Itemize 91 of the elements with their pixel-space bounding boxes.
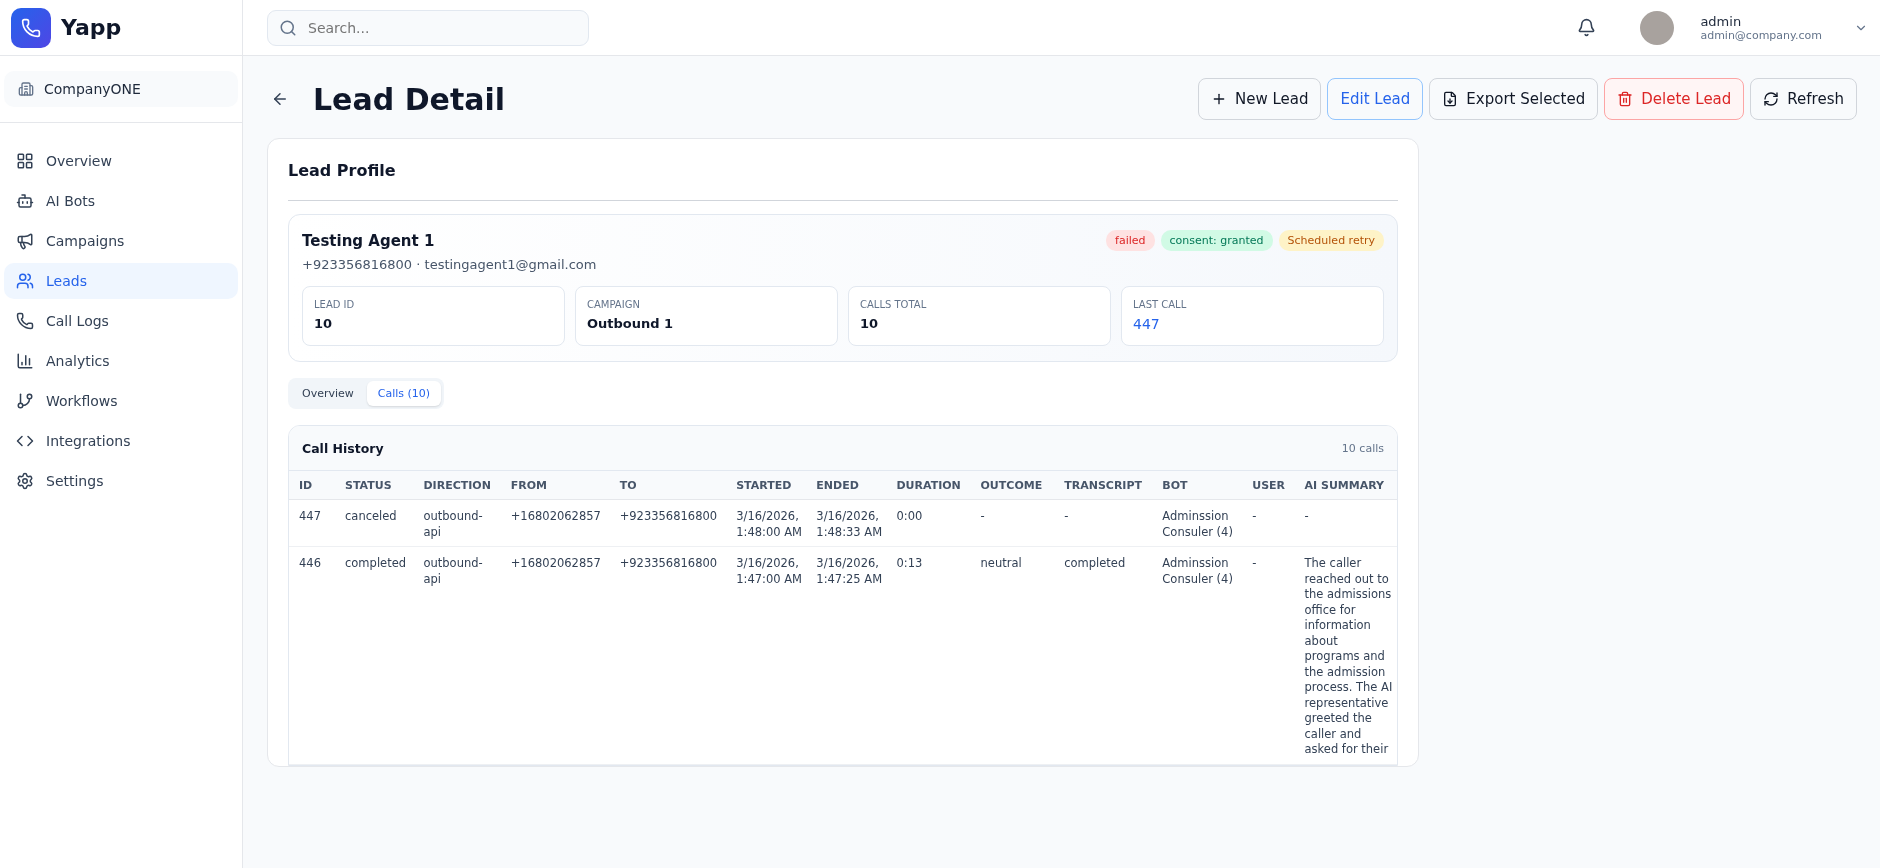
lead-name: Testing Agent 1 (302, 231, 436, 250)
call-count: 10 calls (1341, 441, 1384, 455)
status-tag: Scheduled retry (1278, 230, 1384, 251)
column-header: STARTED (726, 471, 807, 500)
panel-title: Call History (302, 440, 384, 456)
page-title: Lead Detail (313, 81, 506, 117)
table-cell: 447 (289, 499, 335, 547)
column-header: FROM (500, 471, 610, 500)
column-header: DURATION (886, 471, 971, 500)
table-cell: 3/16/2026, 1:48:33 AM (806, 499, 887, 547)
table-cell: neutral (970, 546, 1055, 764)
column-header: ID (289, 471, 335, 500)
table-cell: - (1242, 546, 1295, 764)
stat-label: LEAD ID (314, 299, 356, 310)
sidebar-item[interactable]: Settings (4, 463, 238, 499)
sidebar-item[interactable]: Overview (4, 143, 238, 179)
stat-value: 10 (860, 316, 880, 331)
grid-icon (16, 152, 34, 170)
search-field[interactable]: Search... (267, 9, 589, 46)
table-cell: 3/16/2026, 1:47:25 AM (806, 546, 887, 764)
sidebar-item[interactable]: Workflows (4, 383, 238, 419)
user-name: admin (1700, 13, 1743, 29)
stat-link[interactable]: 447 (1133, 316, 1372, 332)
column-header: OUTCOME (970, 471, 1055, 500)
table-cell: The caller reached out to the admissions office for information about programs and the admission process. The AI representative greeted the caller and asked for their (1294, 546, 1397, 764)
column-header: DIRECTION (413, 471, 501, 500)
table-cell: +923356816800 (609, 499, 727, 547)
megaphone-icon (16, 232, 34, 250)
column-header: USER (1242, 471, 1295, 500)
trash-icon (1617, 91, 1634, 107)
sidebar-item[interactable]: Campaigns (4, 223, 238, 259)
column-header: STATUS (335, 471, 414, 500)
tab[interactable]: Overview (291, 381, 365, 406)
table-cell: canceled (335, 499, 414, 547)
table-cell: - (1242, 499, 1295, 547)
table-cell: - (970, 499, 1055, 547)
bar-chart-icon (16, 352, 34, 370)
settings-icon (16, 472, 34, 490)
column-header: AI SUMMARY (1294, 471, 1397, 500)
sidebar-item[interactable]: AI Bots (4, 183, 238, 219)
tab[interactable]: Calls (10) (366, 381, 442, 406)
stat-label: LAST CALL (1133, 299, 1188, 310)
table-cell: 3/16/2026, 1:48:00 AM (726, 499, 807, 547)
stat-value: 10 (314, 316, 334, 331)
column-header: BOT (1152, 471, 1243, 500)
sidebar-item[interactable]: Leads (4, 263, 238, 299)
table-cell: completed (335, 546, 414, 764)
phone-icon (16, 312, 34, 330)
action-button[interactable]: Delete Lead (1604, 78, 1745, 120)
action-button[interactable]: Refresh (1750, 78, 1857, 120)
user-email: admin@company.com (1700, 28, 1822, 42)
table-cell: Adminssion Consuler (4) (1152, 546, 1243, 764)
building-icon (18, 81, 34, 97)
status-tag: failed (1106, 230, 1155, 251)
card-title: Lead Profile (288, 161, 1398, 201)
sidebar-item[interactable]: Analytics (4, 343, 238, 379)
table-cell: 0:00 (886, 499, 971, 547)
file-download-icon (1442, 91, 1459, 107)
stat-label: CAMPAIGN (587, 299, 641, 310)
sidebar-item[interactable]: Integrations (4, 423, 238, 459)
action-button[interactable]: Edit Lead (1327, 78, 1424, 120)
action-button[interactable]: New Lead (1197, 78, 1322, 120)
table-cell: completed (1054, 546, 1153, 764)
app-name: Yapp (61, 15, 122, 40)
column-header: TRANSCRIPT (1054, 471, 1153, 500)
table-cell: - (1054, 499, 1153, 547)
company-selector[interactable]: CompanyONE (4, 71, 238, 107)
table-cell: outbound-api (413, 546, 501, 764)
branch-icon (16, 392, 34, 410)
stat-value: Outbound 1 (587, 316, 675, 331)
stat-label: CALLS TOTAL (860, 299, 928, 310)
status-tag: consent: granted (1160, 230, 1273, 251)
action-button[interactable]: Export Selected (1429, 78, 1599, 120)
lead-contact: +923356816800 · testingagent1@gmail.com (302, 257, 598, 272)
column-header: TO (609, 471, 727, 500)
bell-icon[interactable] (1577, 18, 1597, 37)
table-cell: +16802062857 (500, 546, 610, 764)
table-cell: - (1294, 499, 1397, 547)
refresh-icon (1763, 91, 1780, 107)
table-cell: +16802062857 (500, 499, 610, 547)
table-cell: 446 (289, 546, 335, 764)
table-cell: Adminssion Consuler (4) (1152, 499, 1243, 547)
logo-icon (11, 7, 51, 48)
table-cell: 3/16/2026, 1:47:00 AM (726, 546, 807, 764)
table-cell: outbound-api (413, 499, 501, 547)
users-icon (16, 272, 34, 290)
robot-icon (16, 192, 34, 210)
table-cell: 0:13 (886, 546, 971, 764)
sidebar-item[interactable]: Call Logs (4, 303, 238, 339)
table-cell: +923356816800 (609, 546, 727, 764)
column-header: ENDED (806, 471, 887, 500)
